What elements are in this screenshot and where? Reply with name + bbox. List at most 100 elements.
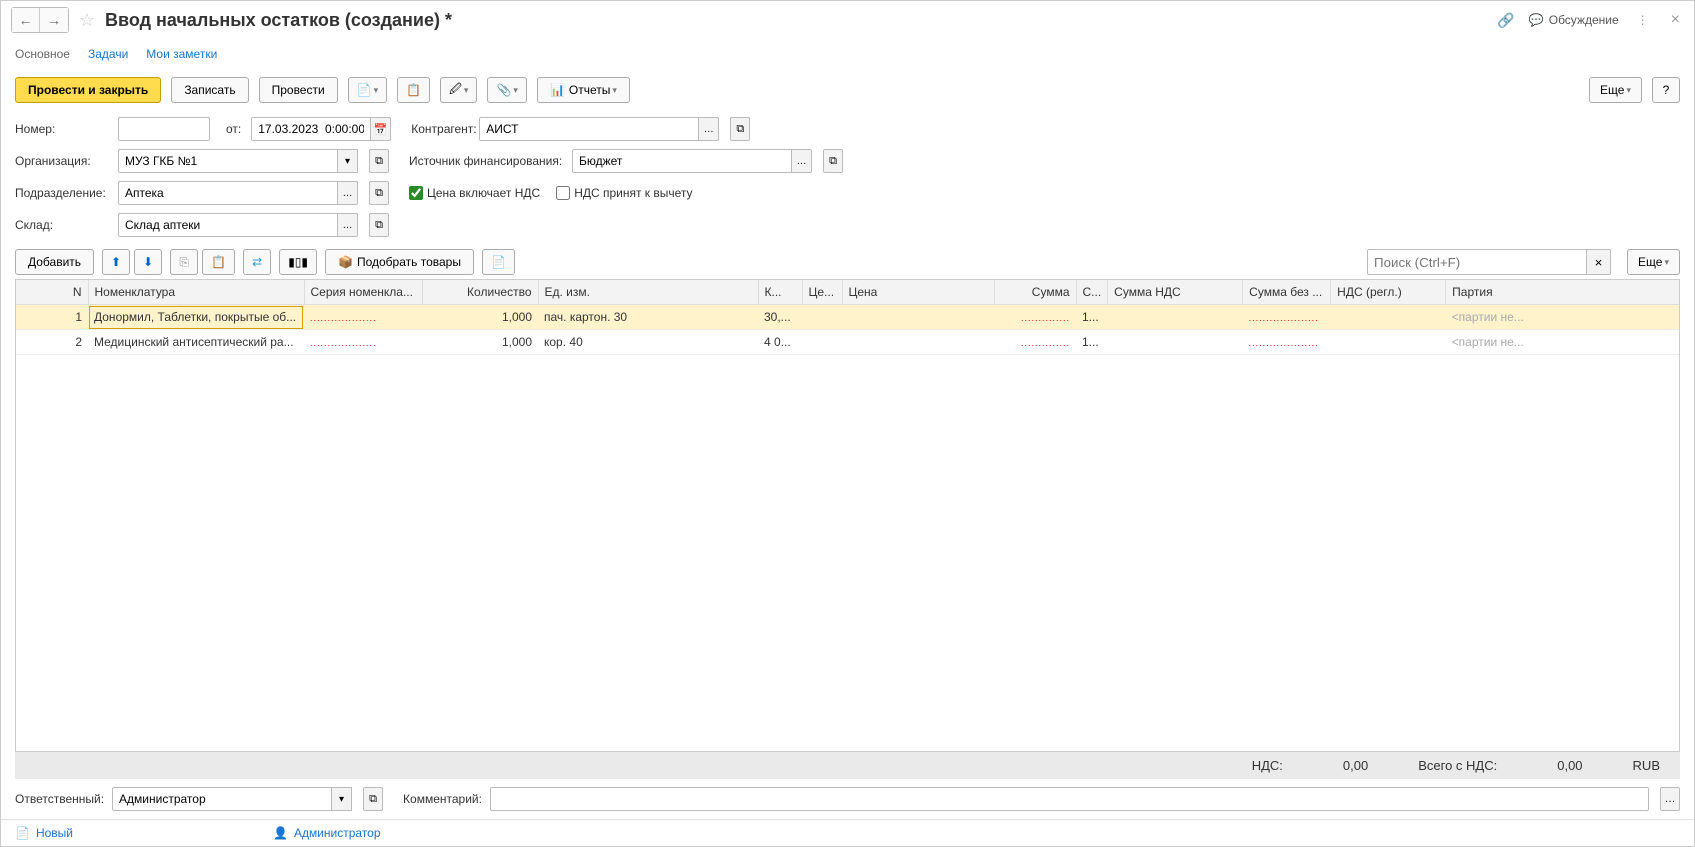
fin-input[interactable] <box>572 149 792 173</box>
tab-main[interactable]: Основное <box>15 43 70 65</box>
price-incl-vat-label: Цена включает НДС <box>427 186 540 200</box>
comment-label: Комментарий: <box>403 792 482 806</box>
print-button[interactable]: 📄 <box>348 77 387 103</box>
col-unit[interactable]: Ед. изм. <box>538 280 758 305</box>
move-down-button[interactable]: ⬇ <box>134 249 162 275</box>
save-button[interactable]: Записать <box>171 77 248 103</box>
fin-select-button[interactable]: … <box>792 149 812 173</box>
col-vat-reg[interactable]: НДС (регл.) <box>1331 280 1446 305</box>
status-new[interactable]: 📄 Новый <box>15 826 73 840</box>
price-incl-vat-input[interactable] <box>409 186 423 200</box>
table-row[interactable]: 1Донормил, Таблетки, покрытые об........… <box>16 305 1679 330</box>
more-button[interactable]: Еще <box>1589 77 1642 103</box>
org-dropdown-button[interactable]: ▾ <box>338 149 358 173</box>
dept-select-button[interactable]: … <box>338 181 358 205</box>
clipboard-button[interactable]: 📄 <box>482 249 515 275</box>
col-sum-vat[interactable]: Сумма НДС <box>1108 280 1243 305</box>
search-clear-button[interactable]: × <box>1587 249 1611 275</box>
fin-label: Источник финансирования: <box>409 154 564 168</box>
tab-tasks[interactable]: Задачи <box>88 43 128 65</box>
attach-button[interactable]: 🖉 <box>440 77 477 103</box>
org-open-button[interactable]: ⧉ <box>369 149 389 173</box>
chat-icon: 💬 <box>1529 13 1544 27</box>
col-n[interactable]: N <box>16 280 88 305</box>
add-row-button[interactable]: Добавить <box>15 249 94 275</box>
col-sum[interactable]: Сумма <box>994 280 1076 305</box>
calendar-button[interactable]: 📅 <box>371 117 391 141</box>
col-sum-novat[interactable]: Сумма без ... <box>1243 280 1331 305</box>
copy-icon: ⎘ <box>179 255 189 270</box>
dept-input[interactable] <box>118 181 338 205</box>
post-button[interactable]: Провести <box>259 77 338 103</box>
more-menu-icon[interactable]: ⋮ <box>1633 13 1653 27</box>
related-button[interactable]: 📋 <box>397 77 430 103</box>
responsible-open-button[interactable]: ⧉ <box>363 787 383 811</box>
paste-button[interactable]: 📋 <box>202 249 235 275</box>
contractor-label: Контрагент: <box>411 122 471 136</box>
vat-deducted-checkbox[interactable]: НДС принят к вычету <box>556 186 692 200</box>
warehouse-input[interactable] <box>118 213 338 237</box>
table-row[interactable]: 2Медицинский антисептический ра.........… <box>16 330 1679 355</box>
barcode-icon: ▮▯▮ <box>288 255 308 269</box>
contractor-open-button[interactable]: ⧉ <box>730 117 750 141</box>
org-label: Организация: <box>15 154 110 168</box>
col-k[interactable]: К... <box>758 280 802 305</box>
tab-notes[interactable]: Мои заметки <box>146 43 217 65</box>
extra-button[interactable]: 📎 <box>487 77 526 103</box>
col-nomenclature[interactable]: Номенклатура <box>88 280 304 305</box>
favorite-icon[interactable]: ☆ <box>77 10 97 30</box>
box-icon: 📦 <box>338 255 353 269</box>
app-root: ← → ☆ Ввод начальных остатков (создание)… <box>0 0 1695 847</box>
goods-table: N Номенклатура Серия номенкла... Количес… <box>15 279 1680 752</box>
close-icon[interactable]: × <box>1667 11 1684 29</box>
dept-open-button[interactable]: ⧉ <box>369 181 389 205</box>
link-icon[interactable]: 🔗 <box>1497 12 1514 29</box>
vat-total-value: 0,00 <box>1343 758 1368 773</box>
responsible-dropdown-button[interactable]: ▾ <box>332 787 352 811</box>
table-more-button[interactable]: Еще <box>1627 249 1680 275</box>
warehouse-select-button[interactable]: … <box>338 213 358 237</box>
forward-button[interactable]: → <box>40 8 68 32</box>
share-button[interactable]: ⇄ <box>243 249 271 275</box>
pick-goods-button[interactable]: 📦Подобрать товары <box>325 249 474 275</box>
col-series[interactable]: Серия номенкла... <box>304 280 422 305</box>
comment-input[interactable] <box>490 787 1649 811</box>
vat-total-label: НДС: <box>1252 758 1283 773</box>
table-header-row: N Номенклатура Серия номенкла... Количес… <box>16 280 1679 305</box>
discussion-label: Обсуждение <box>1549 13 1619 27</box>
discussion-button[interactable]: 💬 Обсуждение <box>1529 13 1619 27</box>
tabs: Основное Задачи Мои заметки <box>1 39 1694 73</box>
totals-bar: НДС: 0,00 Всего с НДС: 0,00 RUB <box>15 752 1680 779</box>
help-button[interactable]: ? <box>1652 77 1680 103</box>
vat-deducted-input[interactable] <box>556 186 570 200</box>
responsible-input[interactable] <box>112 787 332 811</box>
status-user[interactable]: 👤 Администратор <box>273 826 381 840</box>
barcode-button[interactable]: ▮▯▮ <box>279 249 317 275</box>
col-batch[interactable]: Партия <box>1446 280 1679 305</box>
col-s[interactable]: С... <box>1076 280 1108 305</box>
col-price[interactable]: Цена <box>842 280 994 305</box>
fin-open-button[interactable]: ⧉ <box>823 149 843 173</box>
footer-form: Ответственный: ▾ ⧉ Комментарий: … <box>1 779 1694 819</box>
user-icon: 👤 <box>273 826 288 840</box>
currency-label: RUB <box>1633 758 1660 773</box>
price-incl-vat-checkbox[interactable]: Цена включает НДС <box>409 186 540 200</box>
warehouse-open-button[interactable]: ⧉ <box>369 213 389 237</box>
page-title: Ввод начальных остатков (создание) * <box>105 10 1489 31</box>
number-input[interactable] <box>118 117 210 141</box>
date-input[interactable] <box>251 117 371 141</box>
comment-expand-button[interactable]: … <box>1660 787 1680 811</box>
back-button[interactable]: ← <box>12 8 40 32</box>
post-and-close-button[interactable]: Провести и закрыть <box>15 77 161 103</box>
copy-button[interactable]: ⎘ <box>170 249 198 275</box>
move-up-button[interactable]: ⬆ <box>102 249 130 275</box>
reports-button[interactable]: 📊Отчеты <box>537 77 630 103</box>
document-form: Номер: от: 📅 Контрагент: … ⧉ Организация… <box>1 111 1694 243</box>
col-quantity[interactable]: Количество <box>422 280 538 305</box>
org-input[interactable] <box>118 149 338 173</box>
contractor-input[interactable] <box>479 117 699 141</box>
col-cen[interactable]: Це... <box>802 280 842 305</box>
contractor-select-button[interactable]: … <box>699 117 719 141</box>
nav-buttons: ← → <box>11 7 69 33</box>
table-search-input[interactable] <box>1367 249 1587 275</box>
